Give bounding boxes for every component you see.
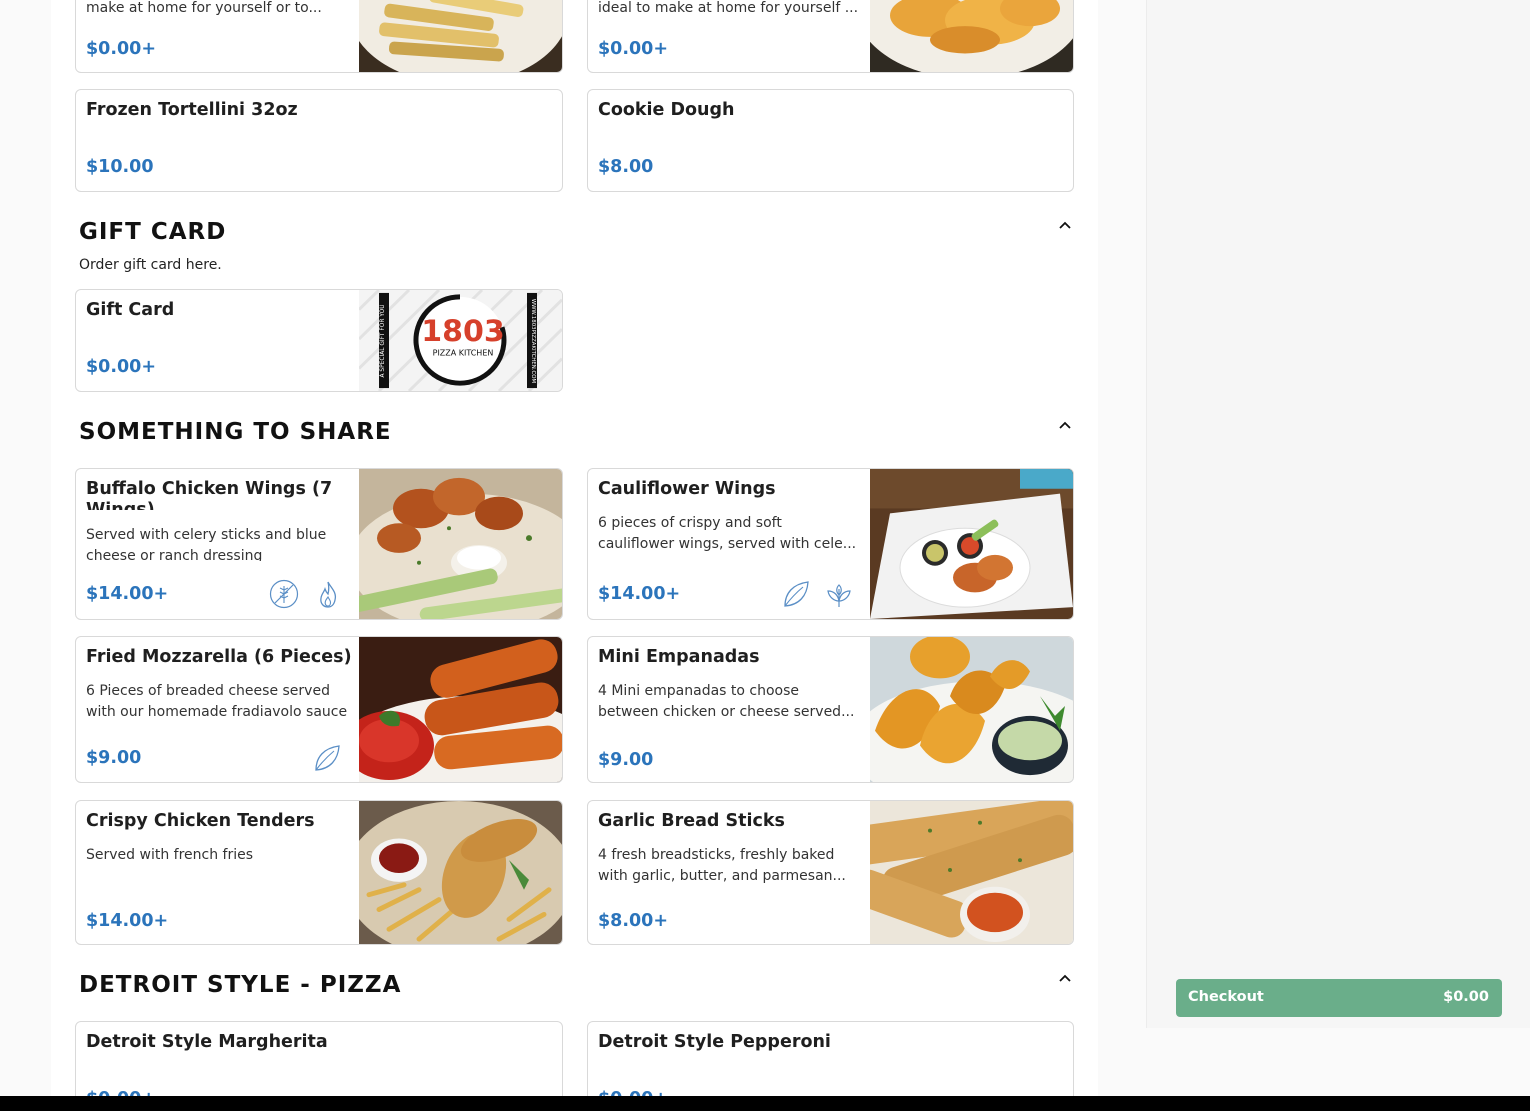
item-price: $14.00+: [86, 911, 169, 931]
item-price: $0.00+: [86, 357, 157, 377]
chevron-up-icon[interactable]: [1057, 971, 1073, 987]
item-name: Buffalo Chicken Wings (7 Wings): [86, 479, 333, 510]
menu-content: make at home for yourself or to... $0.00…: [51, 0, 1098, 1111]
item-description: 4 Mini empanadas to choose between chick…: [598, 683, 855, 720]
item-photo: [359, 0, 562, 72]
chevron-up-icon[interactable]: [1057, 218, 1073, 234]
item-price: $14.00+: [598, 584, 681, 604]
item-description: 6 pieces of crispy and soft cauliflower …: [598, 515, 857, 552]
section-title: DETROIT STYLE - PIZZA: [79, 972, 402, 998]
item-name: Crispy Chicken Tenders: [86, 811, 315, 831]
item-photo: [870, 801, 1073, 944]
item-photo: [359, 469, 562, 619]
item-photo: [359, 801, 562, 944]
item-name: Fried Mozzarella (6 Pieces): [86, 647, 352, 667]
vegetarian-leaf-icon: [315, 745, 340, 771]
menu-item-card[interactable]: ideal to make at home for yourself ... $…: [587, 0, 1074, 73]
item-photo: [870, 469, 1073, 619]
section-description: Order gift card here.: [79, 257, 222, 273]
item-name: Cookie Dough: [598, 100, 735, 120]
menu-item-card[interactable]: make at home for yourself or to... $0.00…: [75, 0, 563, 73]
item-photo: [870, 0, 1073, 72]
item-description: 4 fresh breadsticks, freshly baked with …: [598, 847, 846, 884]
bottom-bar: [0, 1096, 1530, 1111]
menu-item-card[interactable]: Fried Mozzarella (6 Pieces) 6 Pieces of …: [75, 636, 563, 783]
item-description: ideal to make at home for yourself ...: [598, 0, 859, 16]
item-photo: [870, 637, 1073, 782]
section-title: SOMETHING TO SHARE: [79, 419, 392, 445]
gift-card-side-text: WWW.1803PIZZAKITCHEN.COM: [530, 299, 536, 384]
section-title: GIFT CARD: [79, 219, 227, 245]
gift-card-photo: A SPECIAL GIFT FOR YOU WWW.1803PIZZAKITC…: [359, 290, 562, 391]
menu-item-card[interactable]: Mini Empanadas 4 Mini empanadas to choos…: [587, 636, 1074, 783]
item-price: $9.00: [598, 750, 654, 770]
item-price: $0.00+: [86, 39, 157, 59]
item-price: $0.00+: [598, 39, 669, 59]
item-description: Served with french fries: [86, 847, 254, 863]
menu-item-card[interactable]: Frozen Tortellini 32oz $10.00: [75, 89, 563, 192]
chevron-up-icon[interactable]: [1057, 418, 1073, 434]
item-name: Gift Card: [86, 300, 175, 320]
item-price: $14.00+: [86, 584, 169, 604]
menu-item-card[interactable]: Gift Card $0.00+ A SPECIAL GIFT FOR YOU …: [75, 289, 563, 392]
item-price: $9.00: [86, 748, 142, 768]
gift-card-logo-subtext: PIZZA KITCHEN: [433, 349, 494, 358]
menu-item-card[interactable]: Garlic Bread Sticks 4 fresh breadsticks,…: [587, 800, 1074, 945]
spicy-flame-icon: [320, 581, 337, 608]
item-name: Detroit Style Pepperoni: [598, 1032, 831, 1052]
vegan-plant-icon: [827, 584, 851, 607]
item-price: $8.00+: [598, 911, 669, 931]
gift-card-logo-text: 1803: [421, 314, 504, 349]
item-description: make at home for yourself or to...: [86, 0, 322, 16]
item-name: Frozen Tortellini 32oz: [86, 100, 298, 120]
item-description: Served with celery sticks and blue chees…: [86, 527, 327, 561]
vegetarian-leaf-icon: [784, 581, 809, 607]
checkout-total: $0.00: [1443, 989, 1489, 1005]
item-name: Cauliflower Wings: [598, 479, 776, 499]
menu-item-card[interactable]: Cookie Dough $8.00: [587, 89, 1074, 192]
menu-item-card[interactable]: Cauliflower Wings 6 pieces of crispy and…: [587, 468, 1074, 620]
item-description: 6 Pieces of breaded cheese served with o…: [86, 683, 348, 720]
gluten-free-icon: [269, 579, 299, 609]
item-price: $10.00: [86, 157, 154, 177]
menu-item-card[interactable]: Crispy Chicken Tenders Served with frenc…: [75, 800, 563, 945]
item-name: Detroit Style Margherita: [86, 1032, 328, 1052]
item-name: Mini Empanadas: [598, 647, 760, 667]
checkout-label: Checkout: [1188, 989, 1264, 1005]
item-photo: [359, 637, 562, 782]
gift-card-side-text: A SPECIAL GIFT FOR YOU: [379, 304, 386, 377]
menu-item-card[interactable]: Buffalo Chicken Wings (7 Wings) Served w…: [75, 468, 563, 620]
cart-sidebar: [1146, 0, 1530, 1028]
checkout-button[interactable]: Checkout $0.00: [1176, 979, 1502, 1017]
item-price: $8.00: [598, 157, 654, 177]
item-name: Garlic Bread Sticks: [598, 811, 785, 831]
